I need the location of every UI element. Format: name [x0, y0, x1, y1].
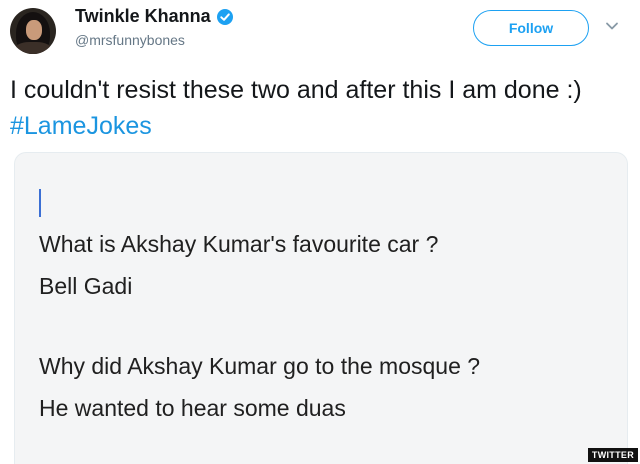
user-name-row[interactable]: Twinkle Khanna	[75, 6, 233, 27]
verified-badge-icon	[216, 8, 233, 25]
tweet-body: I couldn't resist these two and after th…	[10, 76, 582, 104]
joke2-question: Why did Akshay Kumar go to the mosque ?	[39, 353, 481, 379]
user-name[interactable]: Twinkle Khanna	[75, 6, 211, 27]
joke1-answer: Bell Gadi	[39, 273, 133, 299]
avatar-shoulder	[14, 42, 52, 54]
user-handle[interactable]: @mrsfunnybones	[75, 32, 185, 48]
tweet-image-card[interactable]: What is Akshay Kumar's favourite car ? B…	[14, 152, 628, 464]
text-cursor	[39, 189, 41, 217]
hashtag-link[interactable]: #LameJokes	[10, 112, 152, 140]
twitter-watermark: TWITTER	[587, 448, 638, 462]
chevron-down-icon[interactable]	[604, 18, 620, 34]
follow-button[interactable]: Follow	[473, 10, 589, 46]
avatar[interactable]	[10, 8, 56, 54]
avatar-face	[26, 20, 42, 40]
tweet-text: I couldn't resist these two and after th…	[10, 72, 630, 144]
joke2-answer: He wanted to hear some duas	[39, 395, 346, 421]
tweet-screenshot: Twinkle Khanna @mrsfunnybones Follow I c…	[0, 0, 640, 464]
joke1-question: What is Akshay Kumar's favourite car ?	[39, 231, 439, 257]
